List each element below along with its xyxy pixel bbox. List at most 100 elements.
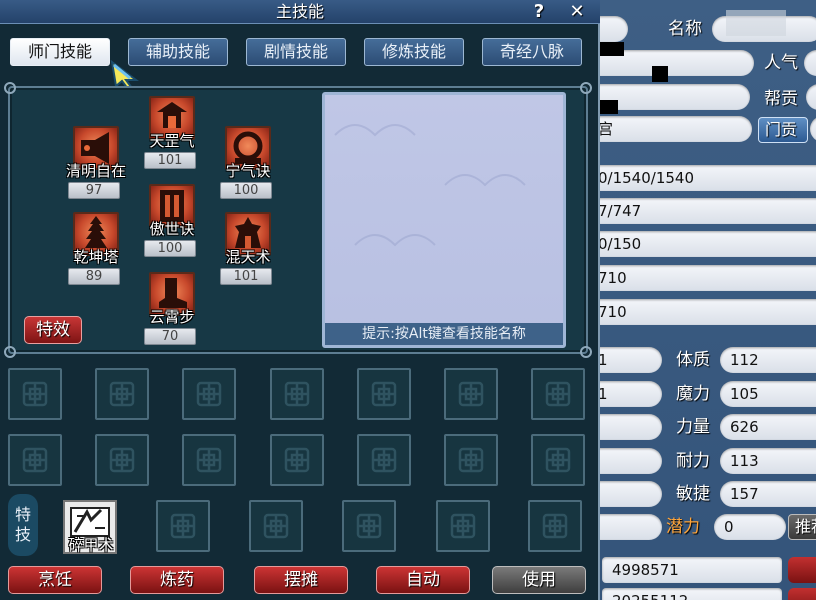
- empty-skill-slot[interactable]: [8, 434, 62, 486]
- constitution-value: 112: [720, 347, 816, 373]
- exp-button[interactable]: [788, 557, 816, 583]
- empty-skill-slot[interactable]: [270, 368, 324, 420]
- skill-name: 乾坤塔: [73, 248, 119, 266]
- knot-pattern-icon: [22, 381, 48, 407]
- corner-ornament: [4, 346, 16, 358]
- empty-skill-slot[interactable]: [531, 368, 585, 420]
- corner-ornament: [580, 82, 592, 94]
- stat-a-field: 710: [600, 265, 816, 291]
- knot-pattern-icon: [545, 447, 571, 473]
- empty-skill-slot[interactable]: [528, 500, 582, 552]
- preview-hint: 提示:按Alt键查看技能名称: [325, 323, 563, 345]
- empty-skill-slot[interactable]: [436, 500, 490, 552]
- title-bar[interactable]: 主技能 ? ✕: [0, 0, 600, 24]
- magic-label: 魔力: [676, 384, 710, 404]
- corner-ornament: [580, 346, 592, 358]
- special-skill-suijiashu[interactable]: 碎甲术: [63, 500, 117, 554]
- attr-left-field: 1: [600, 381, 662, 407]
- sect-value: 宫: [600, 120, 614, 138]
- window-title: 主技能: [275, 2, 324, 21]
- constitution-label: 体质: [676, 350, 710, 370]
- attr-left-field: [600, 481, 662, 507]
- name-label: 名称: [668, 19, 702, 39]
- empty-skill-slot[interactable]: [182, 434, 236, 486]
- knot-pattern-icon: [542, 513, 568, 539]
- potential-value: 0: [714, 514, 786, 540]
- agility-value: 157: [720, 481, 816, 507]
- knot-pattern-icon: [458, 447, 484, 473]
- effects-button[interactable]: 特效: [24, 316, 82, 344]
- exp2-button[interactable]: [788, 588, 816, 600]
- empty-skill-slot[interactable]: [357, 368, 411, 420]
- endurance-value: 113: [720, 448, 816, 474]
- redaction-block: [600, 100, 618, 114]
- empty-skill-slot[interactable]: [342, 500, 396, 552]
- skill-name: 清明自在: [65, 162, 126, 180]
- skill-level: 101: [220, 268, 272, 285]
- knot-pattern-icon: [450, 513, 476, 539]
- knot-pattern-icon: [196, 381, 222, 407]
- skill-name: 混天术: [225, 248, 271, 266]
- empty-skill-slot[interactable]: [444, 368, 498, 420]
- close-button[interactable]: ✕: [566, 1, 588, 23]
- cooking-button[interactable]: 烹饪: [8, 566, 102, 594]
- knot-pattern-icon: [284, 381, 310, 407]
- corner-ornament: [4, 82, 16, 94]
- empty-skill-slot[interactable]: [531, 434, 585, 486]
- tab-meridians[interactable]: 奇经八脉: [482, 38, 582, 66]
- attr-left-field: [600, 448, 662, 474]
- empty-skill-slot[interactable]: [270, 434, 324, 486]
- sect-contrib-field: [810, 116, 816, 142]
- character-panel: 名称 人气 帮贡 宫 门贡 0/1540/1540 7/747 0/150 71…: [600, 0, 816, 600]
- endurance-label: 耐力: [676, 451, 710, 471]
- skill-level: 101: [144, 152, 196, 169]
- empty-skill-slot[interactable]: [357, 434, 411, 486]
- knot-pattern-icon: [196, 447, 222, 473]
- knot-pattern-icon: [263, 513, 289, 539]
- name-redaction: [726, 10, 786, 36]
- empty-skill-slot[interactable]: [444, 434, 498, 486]
- empty-skill-slot[interactable]: [182, 368, 236, 420]
- help-button[interactable]: ?: [528, 1, 550, 23]
- special-skill-label: 特 技: [8, 494, 38, 556]
- cloud-pattern-icon: [334, 124, 526, 247]
- empty-skill-slot[interactable]: [8, 368, 62, 420]
- skill-name: 宁气诀: [225, 162, 271, 180]
- redaction-block: [652, 66, 668, 82]
- agility-label: 敏捷: [676, 484, 710, 504]
- empty-skill-slot[interactable]: [95, 434, 149, 486]
- strength-label: 力量: [676, 417, 710, 437]
- recommend-button[interactable]: 推荐: [788, 514, 816, 540]
- auto-button[interactable]: 自动: [376, 566, 470, 594]
- sect-field: 宫: [600, 116, 752, 142]
- sect-contrib-button[interactable]: 门贡: [758, 117, 808, 143]
- mp-field: 7/747: [600, 198, 816, 224]
- tab-support-skills[interactable]: 辅助技能: [128, 38, 228, 66]
- tab-story-skills[interactable]: 剧情技能: [246, 38, 346, 66]
- guild-contrib-label: 帮贡: [764, 89, 798, 109]
- use-button[interactable]: 使用: [492, 566, 586, 594]
- rage-field: 0/150: [600, 231, 816, 257]
- knot-pattern-icon: [109, 447, 135, 473]
- alchemy-button[interactable]: 炼药: [130, 566, 224, 594]
- empty-skill-slot[interactable]: [156, 500, 210, 552]
- guild-left-field: [600, 84, 750, 110]
- attr-left-field: 1: [600, 347, 662, 373]
- tab-sect-skills[interactable]: 师门技能: [10, 38, 110, 66]
- name-left-field: [600, 16, 628, 42]
- knot-pattern-icon: [371, 381, 397, 407]
- attr-left-field: [600, 514, 662, 540]
- special-label-line: 特: [14, 505, 31, 524]
- knot-pattern-icon: [458, 381, 484, 407]
- knot-pattern-icon: [109, 381, 135, 407]
- stall-button[interactable]: 摆摊: [254, 566, 348, 594]
- skill-name: 天罡气: [149, 132, 195, 150]
- knot-pattern-icon: [356, 513, 382, 539]
- skill-window: 主技能 ? ✕ 师门技能 辅助技能 剧情技能 修炼技能 奇经八脉 天罡气 101: [0, 0, 600, 600]
- empty-skill-slot[interactable]: [95, 368, 149, 420]
- popularity-label: 人气: [764, 53, 798, 73]
- tab-cultivation-skills[interactable]: 修炼技能: [364, 38, 464, 66]
- skill-level: 100: [144, 240, 196, 257]
- empty-skill-slot[interactable]: [249, 500, 303, 552]
- exp-field: 4998571: [602, 557, 782, 583]
